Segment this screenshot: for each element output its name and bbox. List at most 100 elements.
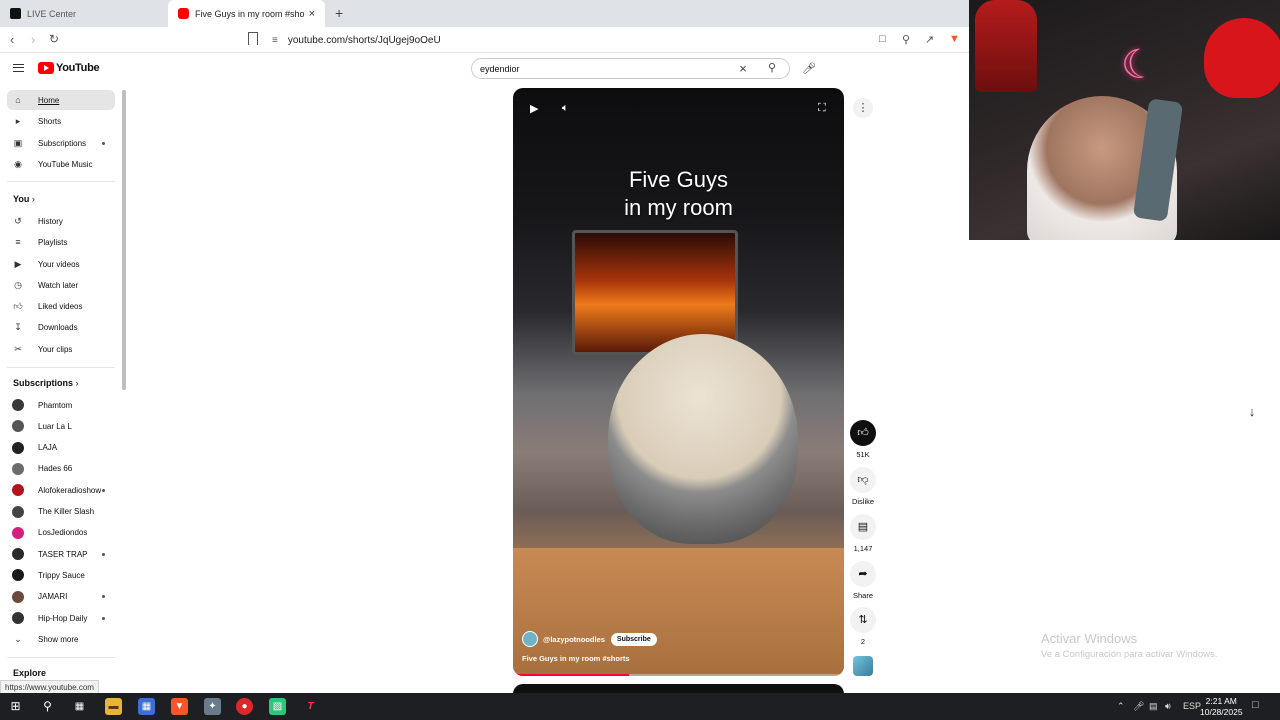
clear-search-icon[interactable]: × (731, 61, 755, 76)
record-app-icon[interactable]: ● (236, 698, 253, 715)
like-button[interactable]: 👍︎ (850, 420, 876, 446)
sidebar-item-subscription[interactable]: Luar La L (7, 416, 115, 436)
cast-icon[interactable]: □ (879, 33, 886, 45)
notifications-icon[interactable]: □ (1252, 699, 1259, 711)
thumbs-down-icon: 👎︎ (857, 474, 869, 486)
sidebar-item-your-clips[interactable]: ✂ Your clips (7, 339, 115, 359)
sidebar-item-shorts[interactable]: ▸ Shorts (7, 111, 115, 131)
show-more-label: Show more (38, 634, 79, 644)
url-field[interactable]: ≡ youtube.com/shorts/JqUgej9oOeU (272, 30, 952, 50)
sidebar-item-playlists[interactable]: ≡ Playlists (7, 232, 115, 252)
subscriptions-section-header[interactable]: Subscriptions › (13, 378, 79, 388)
subscribe-button[interactable]: Subscribe (610, 632, 657, 646)
dislike-action: 👎︎ Dislike (850, 467, 876, 506)
volume-icon[interactable]: 🔈︎ (562, 102, 569, 115)
next-video-arrow-icon[interactable]: ↓ (1240, 400, 1264, 424)
app-icon[interactable]: ✦ (204, 698, 221, 715)
share-button[interactable]: ➦ (850, 561, 876, 587)
sidebar-item-subscription[interactable]: The Killer Slash (7, 502, 115, 522)
youtube-favicon-icon (178, 8, 189, 19)
share-page-icon[interactable]: ↗ (925, 33, 934, 46)
youtube-logo[interactable]: YouTube (38, 62, 100, 74)
fullscreen-icon[interactable]: ⛶ (818, 102, 826, 115)
sound-thumbnail[interactable] (853, 656, 873, 676)
zoom-icon[interactable]: ⚲ (902, 33, 910, 46)
menu-icon[interactable] (13, 64, 24, 72)
comments-button[interactable]: ▤ (850, 514, 876, 540)
store-icon[interactable]: ▦ (138, 698, 155, 715)
sidebar-item-downloads[interactable]: ↧ Downloads (7, 317, 115, 337)
play-icon[interactable]: ▶ (530, 102, 538, 115)
channel-name[interactable]: @lazypotnoodles (543, 635, 605, 644)
chat-app-icon[interactable]: ▧ (269, 698, 286, 715)
sidebar-item-subscription[interactable]: TASER TRAP (7, 544, 115, 564)
sidebar-item-label: Home (38, 95, 60, 105)
new-content-dot (102, 616, 105, 620)
sidebar-item-label: The Killer Slash (38, 507, 95, 516)
new-tab-icon[interactable]: + (335, 5, 343, 21)
brave-browser-icon[interactable]: ▼ (171, 698, 188, 715)
sidebar-item-subscription[interactable]: LAJA (7, 438, 115, 458)
tab-live-center[interactable]: LIVE Center (0, 0, 168, 27)
taskbar-clock[interactable]: 2:21 AM 10/28/2025 (1200, 696, 1243, 718)
site-info-icon[interactable]: ≡ (272, 35, 278, 46)
sidebar-item-history[interactable]: ↺ History (7, 211, 115, 231)
remix-action: ⇅ 2 (850, 607, 876, 646)
channel-avatar (12, 590, 24, 603)
sidebar-item-youtube-music[interactable]: ◉ YouTube Music (7, 154, 115, 174)
you-section-header[interactable]: You › (13, 194, 35, 204)
dislike-button[interactable]: 👎︎ (850, 467, 876, 493)
language-indicator[interactable]: ESP (1183, 701, 1201, 711)
remix-button[interactable]: ⇅ (850, 607, 876, 633)
sidebar-item-label: Luar La L (38, 421, 72, 431)
music-icon: ◉ (14, 158, 22, 169)
sidebar-item-subscription[interactable]: Alofokeradioshow (7, 480, 115, 500)
sidebar-item-your-videos[interactable]: ▶ Your videos (7, 254, 115, 274)
sidebar-item-subscription[interactable]: Trippy Sauce (7, 565, 115, 585)
back-icon[interactable]: ‹ (10, 32, 14, 47)
divider (7, 367, 115, 368)
thumbs-up-icon: 👍︎ (857, 427, 869, 439)
search-input[interactable]: eydendior (472, 64, 731, 74)
sidebar-item-subscription[interactable]: JAMARI (7, 587, 115, 607)
video-caption[interactable]: Five Guys in my room #shorts (522, 654, 630, 663)
close-tab-icon[interactable]: × (309, 8, 315, 20)
reload-icon[interactable]: ↻ (49, 32, 59, 46)
search-box[interactable]: eydendior × ⚲ (471, 58, 790, 79)
webcam-figure-toy (975, 0, 1037, 92)
thumbs-up-icon: 👍︎ (13, 300, 23, 311)
sidebar-scrollbar[interactable] (122, 90, 126, 390)
file-explorer-icon[interactable]: ▬ (105, 698, 122, 715)
more-options-icon[interactable]: ⋮ (853, 98, 873, 118)
search-icon[interactable]: ⚲ (39, 698, 56, 715)
tf-app-icon[interactable]: T (302, 698, 319, 715)
search-icon[interactable]: ⚲ (755, 59, 789, 78)
sidebar-item-subscription[interactable]: Hades 66 (7, 459, 115, 479)
channel-avatar[interactable] (522, 631, 538, 647)
shorts-video-player[interactable]: ▶ 🔈︎ ⛶ Five Guys in my room @lazypotnood… (513, 88, 844, 676)
forward-icon[interactable]: › (31, 32, 35, 47)
channel-avatar (12, 569, 24, 582)
tab-youtube-shorts[interactable]: Five Guys in my room #shorts - YouTube × (168, 0, 325, 27)
show-more-button[interactable]: ⌄ Show more (7, 629, 115, 649)
microphone-tray-icon[interactable]: 🎤︎ (1133, 701, 1144, 712)
sidebar-item-subscription[interactable]: LosJediondos (7, 523, 115, 543)
shorts-icon: ▸ (15, 115, 21, 126)
task-view-icon[interactable]: ▦ (71, 698, 88, 715)
tray-overflow-icon[interactable]: ⌃ (1117, 701, 1125, 712)
sidebar-item-home[interactable]: ⌂ Home (7, 90, 115, 110)
volume-tray-icon[interactable]: 🔊︎ (1165, 701, 1171, 712)
sidebar-item-watch-later[interactable]: ◷ Watch later (7, 275, 115, 295)
windows-start-icon[interactable]: ⊞ (7, 698, 24, 715)
sidebar-item-subscription[interactable]: Hip-Hop Daily (7, 608, 115, 628)
comment-count: 1,147 (853, 544, 873, 553)
sidebar-item-subscriptions[interactable]: ▣ Subscriptions (7, 133, 115, 153)
mic-icon[interactable]: 🎤︎ (799, 59, 819, 79)
brave-shield-icon[interactable]: ▼ (949, 33, 960, 45)
sidebar-item-liked-videos[interactable]: 👍︎ Liked videos (7, 296, 115, 316)
bookmark-icon[interactable] (248, 32, 258, 45)
sidebar-item-label: Your clips (38, 344, 73, 354)
sidebar-item-subscription[interactable]: Phamtom (7, 395, 115, 415)
network-icon[interactable]: ▤ (1149, 701, 1158, 712)
video-progress-bar[interactable] (513, 674, 844, 676)
